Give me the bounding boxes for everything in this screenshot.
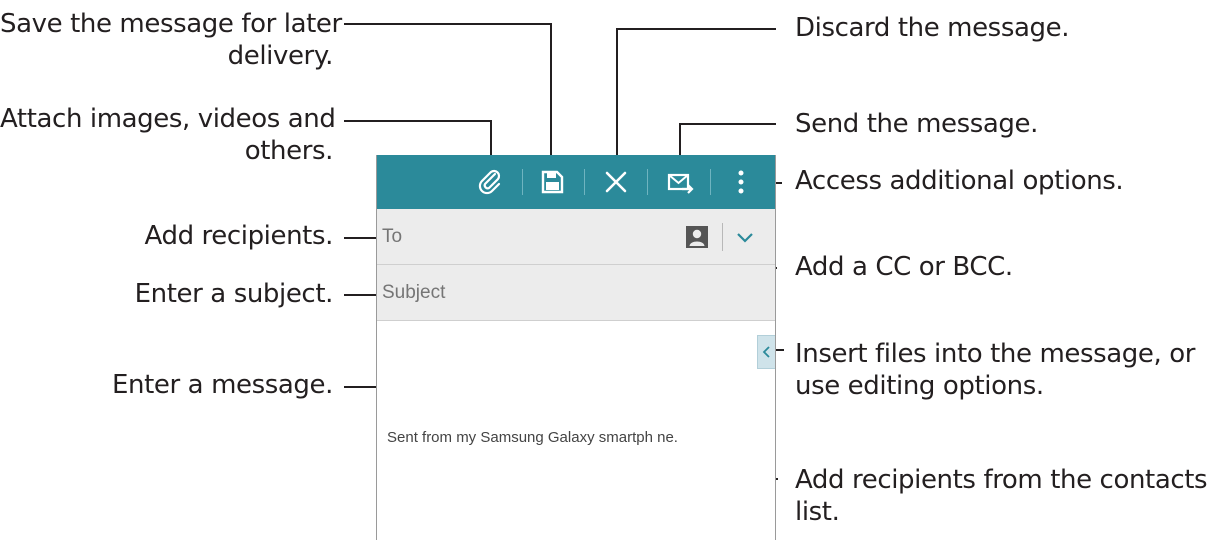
action-bar-divider [647,169,648,195]
to-field[interactable] [382,226,662,248]
contacts-button[interactable] [685,225,709,249]
annotation-save-line1: Save the message for later [0,9,342,39]
annotation-attach-line1: Attach images, videos and [0,104,336,134]
leader-discard-drop [616,28,618,166]
annotation-enter-message: Enter a message. [112,370,333,400]
to-row [377,209,775,265]
annotation-add-recipients: Add recipients. [144,221,334,251]
action-bar-divider [522,169,523,195]
annotation-enter-subject: Enter a subject. [134,279,334,309]
email-compose-screen: Sent from my Samsung Galaxy smartph ne. [376,155,776,540]
save-icon [541,170,564,194]
chevron-down-icon [737,233,753,243]
action-bar-divider [710,169,711,195]
annotation-discard: Discard the message. [795,13,1070,43]
annotation-insert-line2: use editing options. [795,371,1044,401]
leader-save-drop [550,23,552,165]
leader-add-recipients [344,237,380,239]
close-icon [605,171,627,193]
annotation-attach-line2: others. [244,136,334,166]
cc-bcc-button[interactable] [734,227,756,249]
contact-icon [686,226,708,248]
annotation-attach: Attach images, videos and others. [0,103,336,167]
annotation-save: Save the message for later delivery. [0,8,342,72]
chevron-left-icon [762,346,770,358]
send-icon [667,173,694,194]
attach-button[interactable] [474,165,508,199]
message-body[interactable]: Sent from my Samsung Galaxy smartph ne. [377,321,775,541]
discard-button[interactable] [599,165,633,199]
send-button[interactable] [663,165,697,199]
attach-icon [478,169,501,195]
action-bar [377,155,775,209]
subject-row [377,265,775,321]
editor-panel-handle[interactable] [757,335,775,369]
annotation-save-line2: delivery. [227,41,334,71]
leader-save [344,23,552,25]
leader-enter-subject [344,294,378,296]
annotation-send: Send the message. [795,109,1038,139]
annotation-contacts: Add recipients from the contacts list. [795,464,1208,528]
save-button[interactable] [535,165,569,199]
more-icon [738,170,744,194]
signature-text: Sent from my Samsung Galaxy smartph ne. [387,429,678,446]
annotation-contacts-line2: list. [795,497,840,527]
annotation-insert: Insert files into the message, or use ed… [795,338,1195,402]
leader-send [679,123,776,125]
annotation-insert-line1: Insert files into the message, or [795,339,1196,369]
leader-insert [775,349,784,351]
annotation-more: Access additional options. [795,166,1124,196]
annotation-cc-bcc: Add a CC or BCC. [795,252,1013,282]
leader-discard [616,28,776,30]
annotation-contacts-line1: Add recipients from the contacts [795,465,1208,495]
more-options-button[interactable] [724,165,758,199]
action-bar-divider [584,169,585,195]
to-row-divider [722,223,723,251]
subject-field[interactable] [382,282,662,304]
leader-attach [344,120,492,122]
